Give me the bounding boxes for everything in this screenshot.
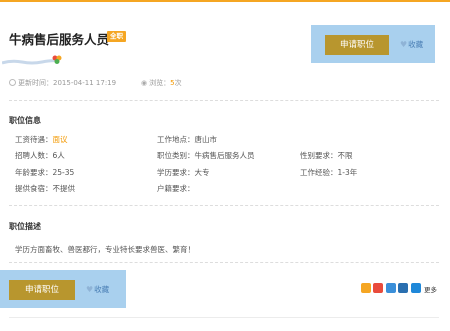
job-type-badge: 全职: [107, 31, 126, 42]
salary-value: 面议: [52, 135, 68, 144]
favorite-link-bottom[interactable]: ♥收藏: [86, 284, 109, 295]
share-renren-icon[interactable]: [398, 283, 408, 293]
gender-info: 性别要求：不限: [300, 151, 353, 160]
views-unit: 次: [174, 79, 182, 87]
verified-company-icon: [52, 55, 62, 64]
apply-button-top[interactable]: 申请职位: [325, 35, 389, 55]
update-time-text: 更新时间：2015-04-11 17:19: [18, 79, 117, 87]
category-info: 职位类别：牛病售后服务人员: [157, 151, 255, 160]
age-info: 年龄要求：25-35: [15, 168, 75, 177]
job-title: 牛病售后服务人员: [9, 32, 110, 47]
top-action-area: 申请职位 ♥收藏: [311, 25, 435, 63]
share-tencent-icon[interactable]: [386, 283, 396, 293]
headcount-info: 招聘人数：6人: [15, 151, 65, 160]
hukou-info: 户籍要求：: [157, 184, 195, 193]
location-info: 工作地点：唐山市: [157, 135, 217, 144]
bottom-action-area: 申请职位 ♥收藏: [0, 270, 126, 308]
company-name-redacted: [2, 59, 58, 65]
job-description-text: 学历方面畜牧、兽医都行，专业特长要求兽医、繁育！: [15, 245, 195, 254]
divider: [9, 205, 439, 206]
job-description-heading: 职位描述: [9, 222, 41, 231]
share-qzone-icon[interactable]: [361, 283, 371, 293]
divider: [9, 262, 439, 263]
views-label: 浏览：: [149, 79, 171, 87]
clock-icon: [9, 79, 16, 86]
apply-button-bottom[interactable]: 申请职位: [9, 280, 75, 300]
bottom-divider: [9, 317, 439, 318]
job-info-heading: 职位信息: [9, 116, 41, 125]
favorite-link-top[interactable]: ♥收藏: [400, 39, 423, 50]
heart-icon: ♥: [86, 285, 94, 294]
education-info: 学历要求：大专: [157, 168, 210, 177]
share-weibo-icon[interactable]: [373, 283, 383, 293]
update-time: 更新时间：2015-04-11 17:19: [9, 78, 116, 88]
top-accent-border: [0, 0, 450, 2]
favorite-label: 收藏: [408, 40, 424, 49]
share-more-icon[interactable]: [411, 283, 421, 293]
divider: [9, 100, 439, 101]
meals-info: 提供食宿：不提供: [15, 184, 75, 193]
salary-label: 工资待遇：: [15, 135, 53, 144]
experience-info: 工作经验：1-3年: [300, 168, 358, 177]
share-more-link[interactable]: 更多: [424, 284, 437, 294]
view-count: ◉ 浏览：5次: [141, 78, 182, 88]
eye-icon: ◉: [141, 79, 148, 87]
salary-info: 工资待遇：面议: [15, 134, 68, 145]
heart-icon: ♥: [400, 40, 408, 49]
favorite-label: 收藏: [94, 285, 110, 294]
